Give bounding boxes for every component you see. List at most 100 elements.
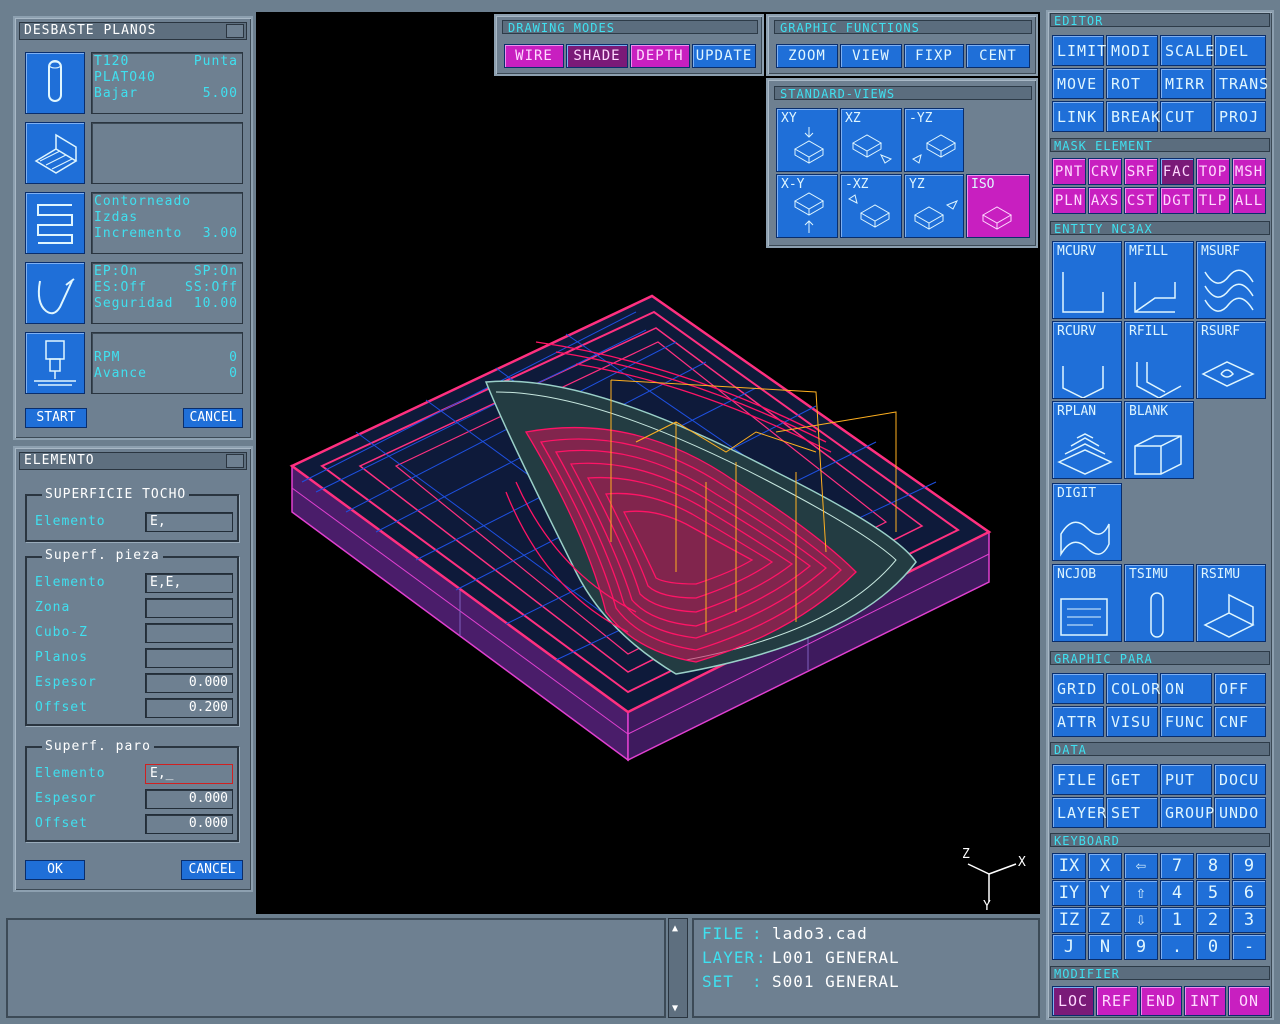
key-y[interactable]: Y <box>1088 880 1122 906</box>
planos-field[interactable] <box>145 648 233 668</box>
mask-top-button[interactable]: TOP <box>1196 158 1230 185</box>
on-button[interactable]: ON <box>1160 673 1212 704</box>
mirr-button[interactable]: MIRR <box>1160 68 1212 99</box>
key-0[interactable]: 0 <box>1196 934 1230 960</box>
paro-offset-field[interactable]: 0.000 <box>145 814 233 834</box>
tocho-elemento-field[interactable]: E, <box>145 512 233 532</box>
key-x[interactable]: X <box>1088 853 1122 879</box>
cut-button[interactable]: CUT <box>1160 101 1212 132</box>
entity-mcurv-tile[interactable]: MCURV <box>1052 241 1122 319</box>
start-button[interactable]: START <box>25 408 87 428</box>
mask-all-button[interactable]: ALL <box>1232 187 1266 214</box>
entity-rsurf-tile[interactable]: RSURF <box>1196 321 1266 399</box>
data-file-button[interactable]: FILE <box>1052 764 1104 795</box>
update-button[interactable]: UPDATE <box>692 44 756 68</box>
view-iso-button[interactable]: ISO <box>966 174 1030 238</box>
data-put-button[interactable]: PUT <box>1160 764 1212 795</box>
key-z[interactable]: Z <box>1088 907 1122 933</box>
panel-close-icon[interactable] <box>226 24 244 38</box>
key-3[interactable]: 3 <box>1232 907 1266 933</box>
entity-rcurv-tile[interactable]: RCURV <box>1052 321 1122 399</box>
paro-espesor-field[interactable]: 0.000 <box>145 789 233 809</box>
scroll-down-icon[interactable]: ▼ <box>672 1003 678 1014</box>
mask-pnt-button[interactable]: PNT <box>1052 158 1086 185</box>
grid-button[interactable]: GRID <box>1052 673 1104 704</box>
mask-crv-button[interactable]: CRV <box>1088 158 1122 185</box>
key-n[interactable]: N <box>1088 934 1122 960</box>
key-6[interactable]: 6 <box>1232 880 1266 906</box>
key-7[interactable]: 7 <box>1160 853 1194 879</box>
view-xy-button[interactable]: XY <box>776 108 838 172</box>
rot-button[interactable]: ROT <box>1106 68 1158 99</box>
cancel-button[interactable]: CANCEL <box>181 860 243 880</box>
mask-msh-button[interactable]: MSH <box>1232 158 1266 185</box>
view-xz-button[interactable]: XZ <box>840 108 902 172</box>
dot-key[interactable]: . <box>1160 934 1194 960</box>
strategy-icon-button[interactable] <box>25 192 85 254</box>
func-button[interactable]: FUNC <box>1160 706 1212 737</box>
data-docu-button[interactable]: DOCU <box>1214 764 1266 795</box>
key-j[interactable]: J <box>1052 934 1086 960</box>
data-layer-button[interactable]: LAYER <box>1052 797 1106 828</box>
modifier-end-button[interactable]: END <box>1140 986 1182 1016</box>
mask-cst-button[interactable]: CST <box>1124 187 1158 214</box>
key-iy[interactable]: IY <box>1052 880 1086 906</box>
message-scrollbar[interactable]: ▲ ▼ <box>668 918 688 1018</box>
cubo-z-field[interactable] <box>145 623 233 643</box>
key-9[interactable]: 9 <box>1124 934 1158 960</box>
depth-button[interactable]: DEPTH <box>630 44 690 68</box>
zona-field[interactable] <box>145 598 233 618</box>
proj-button[interactable]: PROJ <box>1214 101 1266 132</box>
mask-srf-button[interactable]: SRF <box>1124 158 1158 185</box>
view-minus-yz-button[interactable]: -YZ <box>904 108 964 172</box>
key-1[interactable]: 1 <box>1160 907 1194 933</box>
link-button[interactable]: LINK <box>1052 101 1104 132</box>
shade-button[interactable]: SHADE <box>566 44 628 68</box>
entity-msurf-tile[interactable]: MSURF <box>1196 241 1266 319</box>
view-x-minus-y-button[interactable]: X-Y <box>776 174 838 238</box>
scale-button[interactable]: SCALE <box>1160 35 1214 66</box>
pieza-offset-field[interactable]: 0.200 <box>145 698 233 718</box>
color-button[interactable]: COLOR <box>1106 673 1160 704</box>
modifier-loc-button[interactable]: LOC <box>1052 986 1094 1016</box>
visu-button[interactable]: VISU <box>1106 706 1158 737</box>
cancel-button[interactable]: CANCEL <box>183 408 243 428</box>
elemento-title[interactable]: ELEMENTO <box>19 452 247 470</box>
mask-dgt-button[interactable]: DGT <box>1160 187 1194 214</box>
scroll-up-icon[interactable]: ▲ <box>672 923 678 934</box>
wire-button[interactable]: WIRE <box>504 44 564 68</box>
entity-digit-tile[interactable]: DIGIT <box>1052 483 1122 561</box>
view-button[interactable]: VIEW <box>840 44 902 68</box>
key-4[interactable]: 4 <box>1160 880 1194 906</box>
view-yz-button[interactable]: YZ <box>904 174 964 238</box>
machine-icon-button[interactable] <box>25 332 85 394</box>
mask-fac-button[interactable]: FAC <box>1160 158 1194 185</box>
key-ix[interactable]: IX <box>1052 853 1086 879</box>
cent-button[interactable]: CENT <box>966 44 1030 68</box>
approach-icon-button[interactable] <box>25 262 85 324</box>
desbaste-title[interactable]: DESBASTE PLANOS <box>19 22 247 40</box>
cnf-button[interactable]: CNF <box>1214 706 1266 737</box>
entity-ncjob-tile[interactable]: NCJOB <box>1052 564 1122 642</box>
del-button[interactable]: DEL <box>1214 35 1266 66</box>
limit-button[interactable]: LIMIT <box>1052 35 1106 66</box>
zoom-button[interactable]: ZOOM <box>776 44 838 68</box>
modifier-int-button[interactable]: INT <box>1184 986 1226 1016</box>
pieza-espesor-field[interactable]: 0.000 <box>145 673 233 693</box>
modifier-ref-button[interactable]: REF <box>1096 986 1138 1016</box>
entity-mfill-tile[interactable]: MFILL <box>1124 241 1194 319</box>
down-arrow-key-icon[interactable]: ⇩ <box>1124 907 1158 933</box>
trans-button[interactable]: TRANS <box>1214 68 1268 99</box>
tool-icon-button[interactable] <box>25 52 85 114</box>
off-button[interactable]: OFF <box>1214 673 1266 704</box>
panel-close-icon[interactable] <box>226 454 244 468</box>
key-5[interactable]: 5 <box>1196 880 1230 906</box>
mask-pln-button[interactable]: PLN <box>1052 187 1086 214</box>
data-group-button[interactable]: GROUP <box>1160 797 1214 828</box>
data-set-button[interactable]: SET <box>1106 797 1158 828</box>
surface-icon-button[interactable] <box>25 122 85 184</box>
entity-rfill-tile[interactable]: RFILL <box>1124 321 1194 399</box>
mask-axs-button[interactable]: AXS <box>1088 187 1122 214</box>
modi-button[interactable]: MODI <box>1106 35 1158 66</box>
ok-button[interactable]: OK <box>25 860 85 880</box>
